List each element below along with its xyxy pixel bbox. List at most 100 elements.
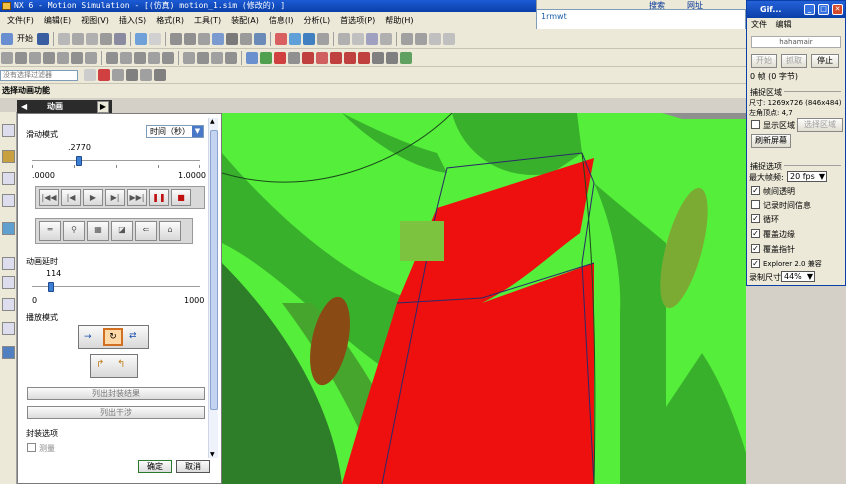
menu-assembly[interactable]: 装配(A): [226, 15, 264, 26]
intersect-icon[interactable]: [154, 69, 166, 81]
start-button[interactable]: 开始: [14, 33, 36, 44]
menu-info[interactable]: 信息(I): [264, 15, 299, 26]
rewind-to-start-button[interactable]: |◀◀: [39, 189, 59, 206]
filter-icon[interactable]: [84, 69, 96, 81]
transparent-checkbox[interactable]: ✓: [751, 186, 760, 195]
part-navigator-icon[interactable]: [2, 172, 15, 185]
capture-button[interactable]: 抓取: [781, 54, 807, 68]
link-icon[interactable]: [1, 51, 13, 64]
list-envelope-button[interactable]: 列出封装结果: [27, 387, 205, 400]
undo-icon[interactable]: [114, 32, 126, 45]
solution-icon[interactable]: [197, 51, 209, 64]
chevron-down-icon[interactable]: ▼: [807, 272, 813, 281]
assembly-navigator-icon[interactable]: [2, 124, 15, 137]
results-icon[interactable]: [211, 51, 223, 64]
view-orient-icon[interactable]: [317, 32, 329, 45]
cable-icon[interactable]: [134, 51, 146, 64]
section-icon[interactable]: [415, 32, 427, 45]
delay-slider-thumb[interactable]: [48, 282, 55, 292]
collapse-icon[interactable]: ◀: [21, 100, 27, 113]
export-icon[interactable]: [400, 51, 412, 64]
copy-icon[interactable]: [72, 32, 84, 45]
menu-format[interactable]: 格式(R): [151, 15, 189, 26]
csys-icon[interactable]: [366, 32, 378, 45]
zoom-in-icon[interactable]: [198, 32, 210, 45]
process-studio-icon[interactable]: [2, 298, 15, 311]
play-once-icon[interactable]: →: [84, 332, 92, 342]
torque-icon[interactable]: [162, 51, 174, 64]
pause-button[interactable]: ❚❚: [149, 189, 169, 206]
cancel-button[interactable]: 取消: [176, 460, 210, 473]
contact-icon[interactable]: [85, 51, 97, 64]
loop-checkbox[interactable]: ✓: [751, 214, 760, 223]
rewind-icon[interactable]: [316, 51, 328, 64]
play-button[interactable]: ▶: [83, 189, 103, 206]
ok-button[interactable]: 确定: [138, 460, 172, 473]
time-slider-track[interactable]: [32, 160, 200, 162]
solver-icon[interactable]: [183, 51, 195, 64]
scroll-down-icon[interactable]: ▼: [210, 451, 215, 458]
step-back-button[interactable]: |◀: [61, 189, 81, 206]
menu-tools[interactable]: 工具(T): [189, 15, 226, 26]
export-tool-icon[interactable]: ⇐: [135, 221, 157, 241]
chevron-down-icon[interactable]: ▼: [819, 172, 825, 181]
max-fps-select[interactable]: 20 fps ▼: [787, 171, 827, 182]
force-icon[interactable]: [148, 51, 160, 64]
delete-icon[interactable]: [100, 32, 112, 45]
cut-icon[interactable]: [58, 32, 70, 45]
cover-pointer-checkbox[interactable]: ✓: [751, 244, 760, 253]
menu-edit[interactable]: 编辑(E): [39, 15, 76, 26]
record-size-select[interactable]: 44% ▼: [781, 271, 815, 282]
pan-icon[interactable]: [226, 32, 238, 45]
rotate-icon[interactable]: [212, 32, 224, 45]
next-frame-icon[interactable]: [344, 51, 356, 64]
menu-view[interactable]: 视图(V): [76, 15, 114, 26]
menu-insert[interactable]: 插入(S): [114, 15, 151, 26]
ie-compat-checkbox[interactable]: ✓: [751, 259, 760, 268]
refresh-icon[interactable]: [240, 32, 252, 45]
select-icon[interactable]: [135, 32, 147, 45]
gifcam-name-field[interactable]: hahamair: [751, 36, 841, 48]
graphics-viewport[interactable]: [222, 113, 746, 484]
menu-analysis[interactable]: 分析(L): [298, 15, 335, 26]
browser-address-field[interactable]: 1rmwt: [536, 9, 746, 31]
layer-icon[interactable]: [338, 32, 350, 45]
play-icon[interactable]: [260, 51, 272, 64]
gifcam-menu-file[interactable]: 文件: [751, 20, 767, 29]
menu-preferences[interactable]: 首选项(P): [335, 15, 380, 26]
envelope-tool-icon[interactable]: ▦: [87, 221, 109, 241]
trace-a-icon[interactable]: ↱: [96, 359, 104, 370]
graph-icon[interactable]: [225, 51, 237, 64]
point-icon[interactable]: [352, 32, 364, 45]
animation-icon[interactable]: [246, 51, 258, 64]
list-interference-button[interactable]: 列出干涉: [27, 406, 205, 419]
loop-icon[interactable]: ↻: [103, 328, 123, 346]
end-icon[interactable]: [386, 51, 398, 64]
scrollbar-thumb[interactable]: [210, 130, 218, 410]
trace-tool-icon[interactable]: ⚲: [63, 221, 85, 241]
pause-icon[interactable]: [372, 51, 384, 64]
trace-b-icon[interactable]: ↰: [117, 359, 125, 370]
prev-frame-icon[interactable]: [330, 51, 342, 64]
menu-file[interactable]: 文件(F): [2, 15, 39, 26]
fit-icon[interactable]: [170, 32, 182, 45]
show-icon[interactable]: [443, 32, 455, 45]
gifcam-menu-edit[interactable]: 编辑: [776, 20, 792, 29]
filter-combo[interactable]: 没有选择过滤器: [0, 69, 78, 81]
start-button[interactable]: 开始: [751, 54, 777, 68]
refresh-screen-button[interactable]: 刷新屏幕: [751, 134, 791, 148]
snap-icon[interactable]: [149, 32, 161, 45]
damper-icon[interactable]: [57, 51, 69, 64]
chevron-down-icon[interactable]: ▼: [192, 126, 203, 137]
connector-icon[interactable]: [29, 51, 41, 64]
select-area-button[interactable]: 选择区域: [797, 118, 843, 132]
center-icon[interactable]: [140, 69, 152, 81]
panel-scrollbar[interactable]: ▲ ▼: [208, 118, 218, 458]
display-mode-icon[interactable]: [303, 32, 315, 45]
fast-forward-button[interactable]: ▶▶|: [127, 189, 147, 206]
reuse-library-icon[interactable]: [2, 194, 15, 207]
system-materials-icon[interactable]: [2, 276, 15, 289]
step-forward-button[interactable]: ▶|: [105, 189, 125, 206]
gear-icon[interactable]: [106, 51, 118, 64]
system-scene-icon[interactable]: [2, 346, 15, 359]
